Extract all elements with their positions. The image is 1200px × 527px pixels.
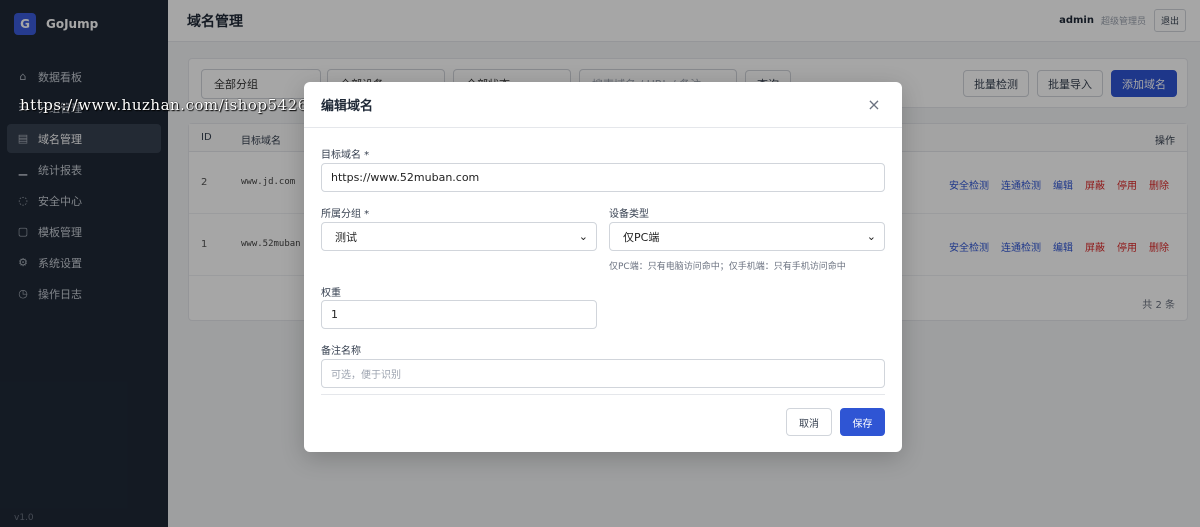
weight-label: 权重 <box>321 288 341 299</box>
group-select[interactable]: 测试 ⌄ <box>321 222 597 251</box>
watermark-text: https://www.huzhan.com/ishop54260 <box>20 96 318 114</box>
close-icon[interactable]: × <box>864 95 884 115</box>
remark-input[interactable]: 可选，便于识别 <box>321 359 885 388</box>
modal-header: 编辑域名 × <box>304 82 902 128</box>
weight-value: 1 <box>331 308 338 321</box>
device-type-value: 仅PC端 <box>623 230 660 244</box>
group-label: 所属分组 * <box>321 209 370 220</box>
cancel-button[interactable]: 取消 <box>786 408 832 436</box>
target-domain-label: 目标域名 * <box>321 150 370 161</box>
edit-domain-modal: 编辑域名 × 目标域名 * https://www.52muban.com 所属… <box>304 82 902 452</box>
chevron-down-icon: ⌄ <box>578 230 588 243</box>
remark-placeholder: 可选，便于识别 <box>331 370 401 381</box>
device-type-label: 设备类型 <box>609 209 649 220</box>
modal-title: 编辑域名 <box>321 99 374 114</box>
group-select-value: 测试 <box>335 230 357 244</box>
save-button[interactable]: 保存 <box>840 408 885 436</box>
modal-divider <box>321 394 885 395</box>
device-type-hint: 仅PC端：只有电脑访问命中；仅手机端：只有手机访问命中 <box>609 262 846 272</box>
chevron-down-icon: ⌄ <box>866 230 876 243</box>
target-domain-value: https://www.52muban.com <box>331 171 480 184</box>
target-domain-input[interactable]: https://www.52muban.com <box>321 163 885 192</box>
remark-label: 备注名称 <box>321 346 361 357</box>
weight-input[interactable]: 1 <box>321 300 597 329</box>
device-type-select[interactable]: 仅PC端 ⌄ <box>609 222 885 251</box>
